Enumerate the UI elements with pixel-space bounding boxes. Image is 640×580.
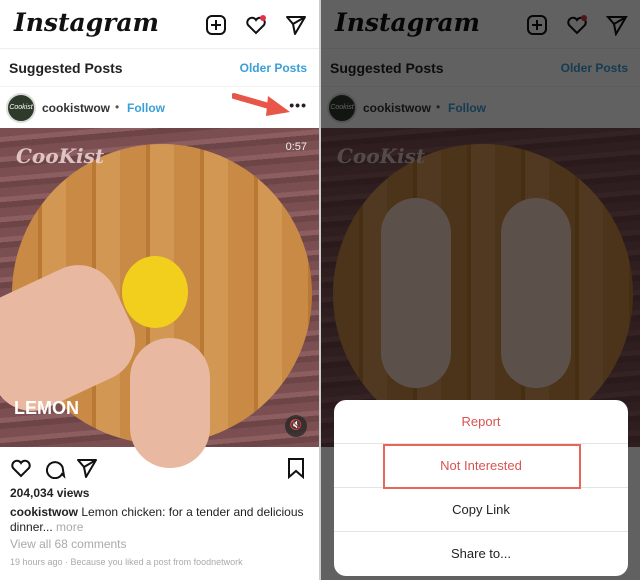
left-screen: Instagram Suggested Posts Older Posts Co… — [0, 0, 319, 580]
like-icon[interactable] — [10, 457, 32, 479]
annotation-highlight-box — [383, 444, 581, 489]
top-bar: Instagram — [0, 0, 319, 48]
suggested-title: Suggested Posts — [9, 60, 123, 76]
report-option[interactable]: Report — [334, 400, 628, 444]
new-post-icon[interactable] — [205, 14, 227, 36]
video-label: LEMON — [14, 398, 79, 418]
caption: cookistwow Lemon chicken: for a tender a… — [10, 505, 310, 535]
mute-icon[interactable]: 🔇 — [285, 415, 307, 437]
share-icon[interactable] — [76, 457, 98, 479]
annotation-arrow-icon — [232, 93, 290, 116]
view-comments-link[interactable]: View all 68 comments — [10, 537, 127, 551]
username[interactable]: cookistwow — [42, 101, 110, 115]
caption-username[interactable]: cookistwow — [10, 505, 78, 519]
heart-icon[interactable] — [245, 14, 267, 36]
direct-icon[interactable] — [285, 14, 307, 36]
share-to-option[interactable]: Share to... — [334, 532, 628, 576]
bookmark-icon[interactable] — [285, 457, 307, 480]
copy-link-option[interactable]: Copy Link — [334, 488, 628, 532]
watermark: CooKist — [16, 144, 105, 168]
post-video[interactable]: CooKist 0:57 LEMON 🔇 — [0, 128, 319, 468]
older-posts-link[interactable]: Older Posts — [240, 61, 307, 75]
instagram-logo: Instagram — [14, 8, 159, 37]
lemon — [122, 256, 188, 328]
video-duration: 0:57 — [285, 141, 307, 153]
suggested-posts-header: Suggested Posts Older Posts — [0, 48, 319, 86]
right-screen: Instagram Suggested PostsOlder Posts Coo… — [321, 0, 640, 580]
hand — [130, 338, 210, 468]
comment-icon[interactable] — [44, 457, 66, 480]
separator: • — [115, 100, 120, 114]
avatar[interactable]: Cookist — [6, 93, 36, 123]
post-meta: 19 hours ago · Because you liked a post … — [10, 557, 243, 567]
view-count: 204,034 views — [10, 486, 90, 500]
more-link[interactable]: more — [56, 520, 83, 534]
follow-button[interactable]: Follow — [127, 101, 165, 115]
